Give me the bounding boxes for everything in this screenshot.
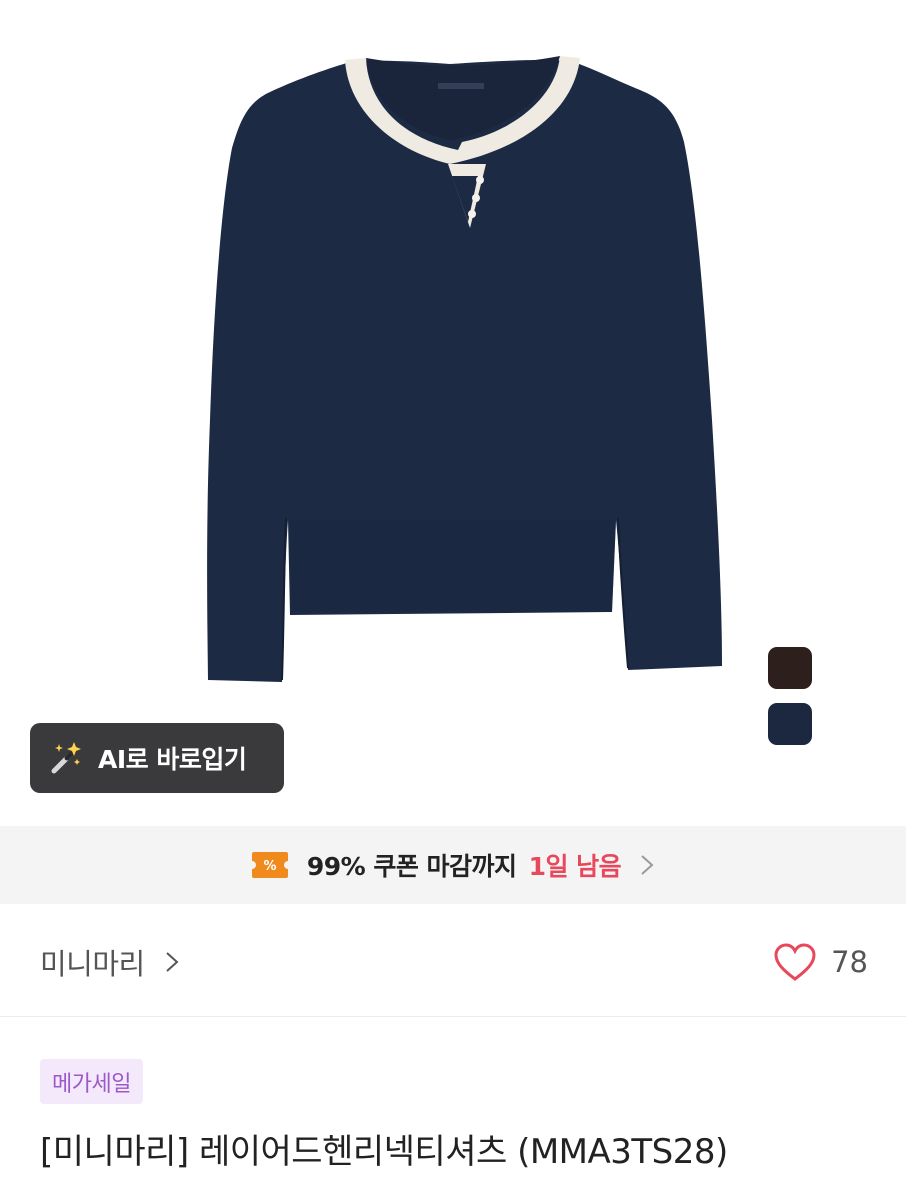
brand-row: 미니마리 78 (0, 904, 906, 1017)
product-title: [미니마리] 레이어드헨리넥티셔츠 (MMA3TS28) (40, 1132, 728, 1172)
product-detail-page: AI로 바로입기 % 99% 쿠폰 마감까지 1일 남음 미니마리 78 메가세… (0, 0, 906, 1200)
magic-wand-icon (51, 742, 81, 774)
coupon-deadline-banner[interactable]: % 99% 쿠폰 마감까지 1일 남음 (0, 826, 906, 904)
brand-name: 미니마리 (40, 947, 145, 981)
coupon-text: 99% 쿠폰 마감까지 (306, 852, 517, 881)
color-swatch-navy[interactable] (768, 703, 812, 745)
like-button[interactable]: 78 (773, 938, 868, 986)
product-image-area: AI로 바로입기 (0, 0, 906, 826)
color-swatch-brown[interactable] (768, 647, 812, 689)
chevron-right-icon (166, 952, 179, 972)
product-photo[interactable] (0, 0, 906, 826)
brand-link[interactable]: 미니마리 (40, 942, 179, 982)
chevron-right-icon (641, 855, 654, 875)
coupon-ticket-icon: % (251, 852, 288, 878)
svg-text:%: % (263, 859, 276, 874)
badge-label: 메가세일 (52, 1071, 131, 1097)
like-count: 78 (831, 945, 868, 979)
heart-icon (774, 943, 816, 981)
mega-sale-badge: 메가세일 (40, 1059, 143, 1104)
ai-try-on-label: AI로 바로입기 (98, 745, 247, 774)
ai-try-on-button[interactable]: AI로 바로입기 (30, 723, 284, 793)
coupon-remaining: 1일 남음 (528, 852, 622, 881)
